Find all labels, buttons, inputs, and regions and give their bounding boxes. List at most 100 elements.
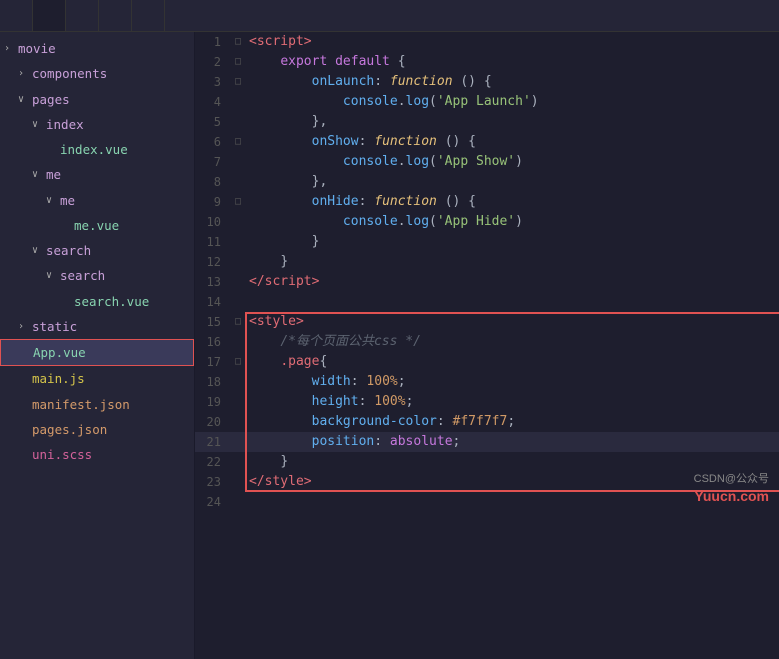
tree-item-index[interactable]: ∨ index	[0, 112, 194, 137]
code-line-4: 4 console.log('App Launch')	[195, 92, 779, 112]
file-label: uni.scss	[32, 444, 92, 465]
code-line-7: 7 console.log('App Show')	[195, 152, 779, 172]
code-line-10: 10 console.log('App Hide')	[195, 212, 779, 232]
tree-item-me.vue[interactable]: me.vue	[0, 213, 194, 238]
code-text: export default {	[245, 52, 779, 72]
code-line-2: 2 □ export default {	[195, 52, 779, 72]
tab-app-vue[interactable]	[33, 0, 66, 31]
tree-item-App.vue[interactable]: App.vue	[0, 339, 194, 366]
code-text: width: 100%;	[245, 372, 779, 392]
line-number: 12	[195, 252, 231, 272]
tree-item-pages[interactable]: ∨ pages	[0, 87, 194, 112]
fold-gutter[interactable]: □	[231, 52, 245, 72]
code-editor[interactable]: 1 □ <script> 2 □ export default { 3 □ on…	[195, 32, 779, 659]
code-line-13: 13 </script>	[195, 272, 779, 292]
arrow-icon: ∨	[32, 166, 46, 183]
code-text: <style>	[245, 312, 779, 332]
fold-gutter[interactable]: □	[231, 352, 245, 372]
line-number: 22	[195, 452, 231, 472]
line-number: 6	[195, 132, 231, 152]
code-line-15: 15 □ <style>	[195, 312, 779, 332]
code-text: console.log('App Hide')	[245, 212, 779, 232]
arrow-icon: ∨	[46, 267, 60, 284]
fold-gutter[interactable]: □	[231, 312, 245, 332]
fold-gutter[interactable]: □	[231, 72, 245, 92]
line-number: 19	[195, 392, 231, 412]
tree-item-me[interactable]: ∨ me	[0, 162, 194, 187]
code-text: onHide: function () {	[245, 192, 779, 212]
code-line-24: 24	[195, 492, 779, 512]
file-label: static	[32, 316, 77, 337]
tree-item-search.vue[interactable]: search.vue	[0, 289, 194, 314]
code-line-18: 18 width: 100%;	[195, 372, 779, 392]
fold-gutter[interactable]: □	[231, 192, 245, 212]
line-number: 5	[195, 112, 231, 132]
file-label: pages.json	[32, 419, 107, 440]
code-text: <script>	[245, 32, 779, 52]
line-number: 14	[195, 292, 231, 312]
tree-item-static[interactable]: › static	[0, 314, 194, 339]
code-text: </script>	[245, 272, 779, 292]
tree-item-me2[interactable]: ∨ me	[0, 188, 194, 213]
code-line-16: 16 /*每个页面公共css */	[195, 332, 779, 352]
tree-item-manifest.json[interactable]: manifest.json	[0, 392, 194, 417]
code-line-17: 17 □ .page{	[195, 352, 779, 372]
file-label: movie	[18, 38, 56, 59]
code-text: }	[245, 252, 779, 272]
file-tree[interactable]: › movie › components ∨ pages ∨ index ind…	[0, 32, 195, 659]
code-text: /*每个页面公共css */	[245, 332, 779, 352]
line-number: 3	[195, 72, 231, 92]
file-label: index	[46, 114, 84, 135]
code-line-9: 9 □ onHide: function () {	[195, 192, 779, 212]
tree-item-movie[interactable]: › movie	[0, 36, 194, 61]
watermark: Yuucn.com	[694, 488, 769, 504]
tree-item-main.js[interactable]: main.js	[0, 366, 194, 391]
code-text: position: absolute;	[245, 432, 779, 452]
tree-item-search[interactable]: ∨ search	[0, 238, 194, 263]
code-text: }	[245, 452, 779, 472]
fold-gutter[interactable]: □	[231, 132, 245, 152]
line-number: 9	[195, 192, 231, 212]
file-label: index.vue	[60, 139, 128, 160]
watermark2: CSDN@公众号	[694, 470, 769, 486]
code-text: console.log('App Launch')	[245, 92, 779, 112]
file-label: me.vue	[74, 215, 119, 236]
tree-item-uni.scss[interactable]: uni.scss	[0, 442, 194, 467]
tab-bar	[0, 0, 779, 32]
line-number: 17	[195, 352, 231, 372]
tree-item-components[interactable]: › components	[0, 61, 194, 86]
tab-search-vue[interactable]	[99, 0, 132, 31]
fold-gutter[interactable]: □	[231, 32, 245, 52]
tab-pages-json[interactable]	[0, 0, 33, 31]
code-text: background-color: #f7f7f7;	[245, 412, 779, 432]
line-number: 20	[195, 412, 231, 432]
tree-item-pages.json[interactable]: pages.json	[0, 417, 194, 442]
tab-index-vue[interactable]	[66, 0, 99, 31]
line-number: 8	[195, 172, 231, 192]
arrow-icon: ›	[18, 318, 32, 335]
line-number: 13	[195, 272, 231, 292]
code-line-23: 23 </style>	[195, 472, 779, 492]
file-label: main.js	[32, 368, 85, 389]
code-line-1: 1 □ <script>	[195, 32, 779, 52]
line-number: 21	[195, 432, 231, 452]
code-line-20: 20 background-color: #f7f7f7;	[195, 412, 779, 432]
code-text: }	[245, 232, 779, 252]
line-number: 7	[195, 152, 231, 172]
line-number: 2	[195, 52, 231, 72]
code-content: 1 □ <script> 2 □ export default { 3 □ on…	[195, 32, 779, 512]
tree-item-search2[interactable]: ∨ search	[0, 263, 194, 288]
line-number: 16	[195, 332, 231, 352]
tab-me-vue[interactable]	[132, 0, 165, 31]
arrow-icon: ∨	[32, 242, 46, 259]
file-label: manifest.json	[32, 394, 130, 415]
code-text: },	[245, 112, 779, 132]
main-layout: › movie › components ∨ pages ∨ index ind…	[0, 32, 779, 659]
code-line-5: 5 },	[195, 112, 779, 132]
file-label: me	[60, 190, 75, 211]
code-line-12: 12 }	[195, 252, 779, 272]
arrow-icon: ›	[4, 40, 18, 57]
code-text: onLaunch: function () {	[245, 72, 779, 92]
file-label: components	[32, 63, 107, 84]
tree-item-index.vue[interactable]: index.vue	[0, 137, 194, 162]
